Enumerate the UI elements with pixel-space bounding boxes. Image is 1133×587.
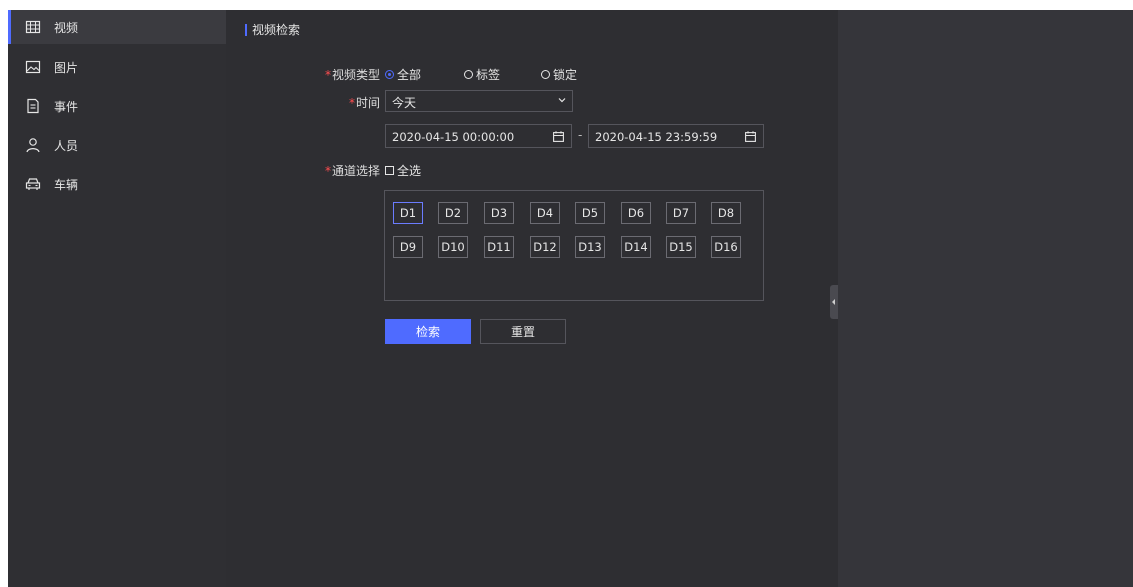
time-select[interactable]: 今天 <box>385 90 573 112</box>
radio-all-label: 全部 <box>397 68 422 82</box>
channel-d3[interactable]: D3 <box>484 202 514 224</box>
channel-d5[interactable]: D5 <box>575 202 605 224</box>
sidebar-item-label: 事件 <box>54 100 79 114</box>
reset-button[interactable]: 重置 <box>480 319 566 344</box>
date-range-separator: - <box>578 128 583 142</box>
sidebar-item-event[interactable]: 事件 <box>8 89 226 123</box>
video-type-label: *视频类型 <box>300 66 380 83</box>
end-datetime-value: 2020-04-15 23:59:59 <box>595 130 718 144</box>
sidebar-item-image[interactable]: 图片 <box>8 50 226 84</box>
radio-locked[interactable]: 锁定 <box>541 66 577 83</box>
video-icon <box>25 20 41 34</box>
channel-d16[interactable]: D16 <box>711 236 741 258</box>
calendar-icon[interactable] <box>553 131 564 142</box>
radio-all[interactable]: 全部 <box>385 66 421 83</box>
image-icon <box>25 60 41 74</box>
select-all-checkbox[interactable]: 全选 <box>385 162 421 179</box>
channel-d8[interactable]: D8 <box>711 202 741 224</box>
channel-d7[interactable]: D7 <box>666 202 696 224</box>
title-accent-bar <box>245 23 247 36</box>
channel-d15[interactable]: D15 <box>666 236 696 258</box>
search-button[interactable]: 检索 <box>385 319 471 344</box>
person-icon <box>26 138 40 153</box>
channel-d2[interactable]: D2 <box>438 202 468 224</box>
channel-d1[interactable]: D1 <box>393 202 423 224</box>
radio-tag-label: 标签 <box>476 68 501 82</box>
time-label-text: 时间 <box>355 96 380 110</box>
calendar-icon[interactable] <box>745 131 756 142</box>
car-icon <box>25 178 41 190</box>
channel-list: D1 D2 D3 D4 D5 D6 D7 D8 D9 D10 D11 D12 D… <box>384 190 764 301</box>
start-datetime-input[interactable]: 2020-04-15 00:00:00 <box>385 124 572 148</box>
app-window: 视频 图片 事件 人员 车辆 视频检索 *视频类型 全部 标签 锁定 *时间 今… <box>8 10 1133 587</box>
channel-label: *通道选择 <box>300 162 380 179</box>
channel-d11[interactable]: D11 <box>484 236 514 258</box>
channel-d6[interactable]: D6 <box>621 202 651 224</box>
radio-locked-label: 锁定 <box>553 68 578 82</box>
time-label: *时间 <box>300 94 380 111</box>
sidebar-item-person[interactable]: 人员 <box>8 128 226 162</box>
channel-label-text: 通道选择 <box>331 164 380 178</box>
radio-tag[interactable]: 标签 <box>464 66 500 83</box>
sidebar: 视频 图片 事件 人员 车辆 <box>8 10 226 587</box>
sidebar-item-label: 图片 <box>54 61 79 75</box>
collapse-panel-handle[interactable] <box>830 285 838 319</box>
sidebar-item-label: 视频 <box>54 21 79 35</box>
radio-checked-icon <box>385 70 394 79</box>
start-datetime-value: 2020-04-15 00:00:00 <box>392 130 515 144</box>
channel-d10[interactable]: D10 <box>438 236 468 258</box>
radio-unchecked-icon <box>464 70 473 79</box>
select-all-label: 全选 <box>397 164 422 178</box>
sidebar-item-vehicle[interactable]: 车辆 <box>8 167 226 201</box>
sidebar-item-label: 车辆 <box>54 178 79 192</box>
required-mark: * <box>348 96 355 110</box>
sidebar-item-label: 人员 <box>54 139 79 153</box>
required-mark: * <box>324 68 331 82</box>
right-panel <box>838 10 1133 587</box>
page-title-text: 视频检索 <box>252 23 301 37</box>
required-mark: * <box>324 164 331 178</box>
channel-d14[interactable]: D14 <box>621 236 651 258</box>
sidebar-item-video[interactable]: 视频 <box>8 10 226 44</box>
channel-d9[interactable]: D9 <box>393 236 423 258</box>
channel-d12[interactable]: D12 <box>530 236 560 258</box>
chevron-down-icon <box>558 98 566 103</box>
radio-unchecked-icon <box>541 70 550 79</box>
page-title: 视频检索 <box>245 21 300 38</box>
video-type-label-text: 视频类型 <box>331 68 380 82</box>
channel-d13[interactable]: D13 <box>575 236 605 258</box>
time-select-value: 今天 <box>392 96 417 110</box>
channel-d4[interactable]: D4 <box>530 202 560 224</box>
main-panel: 视频检索 *视频类型 全部 标签 锁定 *时间 今天 2020-04-15 00… <box>226 10 838 587</box>
checkbox-icon <box>385 166 394 175</box>
end-datetime-input[interactable]: 2020-04-15 23:59:59 <box>588 124 764 148</box>
document-icon <box>27 98 39 114</box>
